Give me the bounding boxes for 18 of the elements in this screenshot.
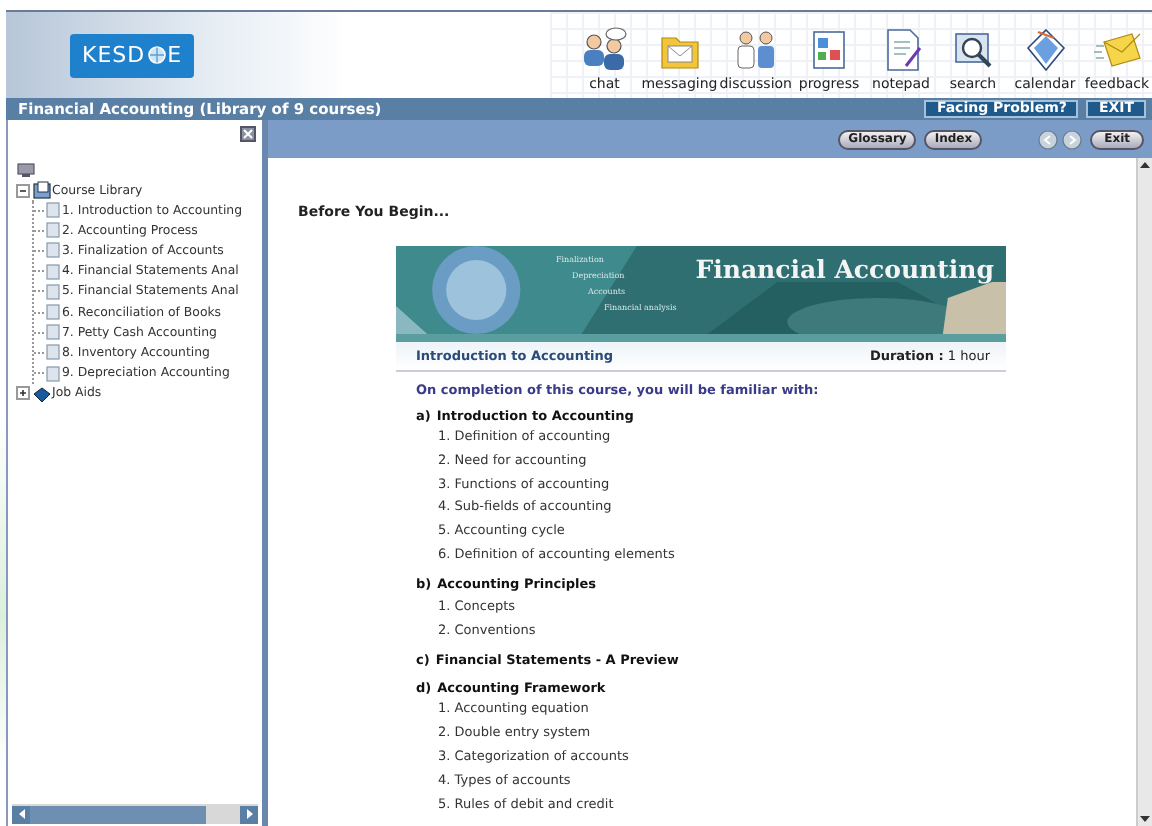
plus-toggle-icon[interactable] [16,386,30,401]
back-button[interactable] [1038,129,1059,149]
two-people-icon [731,26,780,74]
right-arrow-icon[interactable] [241,806,257,822]
minus-toggle-icon[interactable] [16,183,30,197]
computer-icon [16,162,36,178]
diamond-icon [1021,26,1069,74]
down-arrow-icon[interactable] [1138,814,1152,826]
vertical-scrollbar[interactable] [1136,158,1152,826]
up-arrow-icon[interactable] [1138,158,1152,170]
globe-icon [147,46,166,64]
forward-button[interactable] [1062,129,1083,149]
logo: KESD E [70,33,195,77]
banner-title: Financial Accounting [695,254,994,284]
book-icon [32,383,52,404]
horizontal-scrollbar[interactable] [12,804,258,824]
two-people-icon [580,26,629,74]
close-button[interactable] [240,126,256,142]
